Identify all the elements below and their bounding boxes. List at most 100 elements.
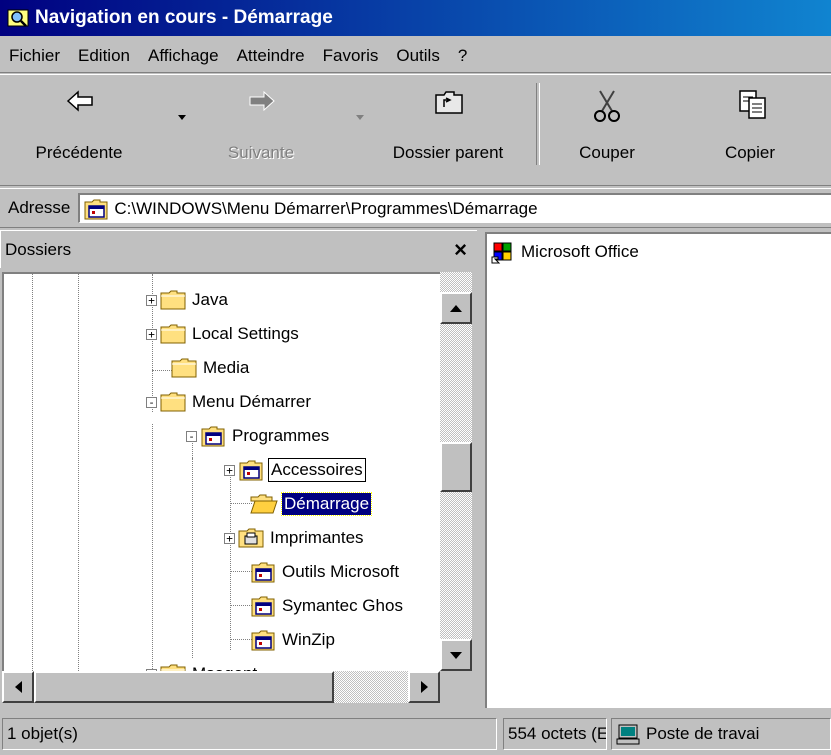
down-arrow-icon (450, 651, 462, 659)
cut-label: Couper (579, 143, 635, 162)
tree-item-demarrage[interactable]: Démarrage (250, 487, 373, 521)
program-group-icon (239, 460, 263, 481)
back-button[interactable]: Précédente (4, 79, 154, 169)
status-object-count: 1 objet(s) (2, 718, 497, 750)
scroll-down-button[interactable] (440, 639, 472, 671)
folder-icon (171, 358, 197, 378)
tree-item-java[interactable]: + Java (146, 283, 230, 317)
close-icon[interactable]: × (454, 238, 467, 261)
address-label: Adresse (8, 198, 71, 217)
expand-plus-icon[interactable]: + (224, 464, 235, 476)
scroll-right-button[interactable] (408, 671, 440, 703)
office-shortcut-icon (491, 242, 512, 264)
menu-favoris[interactable]: Favoris (314, 42, 388, 70)
folders-pane-header: Dossiers × (0, 230, 477, 268)
tree-item-label: Outils Microsoft (282, 562, 400, 581)
tree-guide-line (152, 424, 153, 671)
address-value: C:\WINDOWS\Menu Démarrer\Programmes\Déma… (114, 198, 538, 218)
status-bar: 1 objet(s) 554 octets (E: Poste de trava… (0, 712, 831, 755)
parent-folder-icon (435, 91, 463, 114)
parent-folder-label: Dossier parent (392, 143, 504, 162)
folder-icon (160, 324, 186, 344)
tree-item-symantec-ghost[interactable]: Symantec Ghos (250, 589, 405, 623)
parent-folder-button[interactable]: Dossier parent (372, 79, 524, 169)
tree-guide-line (230, 605, 252, 606)
tree-item-label: Accessoires (268, 458, 366, 482)
program-group-icon (84, 199, 108, 219)
menu-outils[interactable]: Outils (387, 42, 448, 70)
collapse-minus-icon[interactable]: - (186, 430, 197, 442)
file-item-microsoft-office[interactable]: Microsoft Office (491, 240, 639, 264)
tree-item-media[interactable]: Media (171, 351, 251, 385)
pane-splitter[interactable] (477, 230, 485, 708)
tree-item-label: Msagent (190, 663, 259, 671)
file-list-pane[interactable]: Microsoft Office (485, 232, 831, 708)
back-dropdown-icon[interactable] (178, 115, 186, 120)
menu-edition[interactable]: Edition (69, 42, 139, 70)
expand-plus-icon[interactable]: + (146, 328, 157, 340)
tree-item-outils-microsoft[interactable]: Outils Microsoft (250, 555, 401, 589)
program-group-icon (251, 562, 275, 583)
right-arrow-icon (420, 681, 428, 693)
tree-item-label: Démarrage (280, 492, 373, 516)
menu-help[interactable]: ? (449, 42, 476, 70)
menu-affichage[interactable]: Affichage (139, 42, 228, 70)
folders-pane-title: Dossiers (5, 239, 72, 259)
program-group-icon (251, 630, 275, 651)
folders-pane: Dossiers × + Java + Local Settings Media… (0, 230, 477, 708)
tree-guide-line (32, 274, 33, 671)
tree-item-accessoires[interactable]: + Accessoires (224, 453, 366, 487)
address-bar: Adresse C:\WINDOWS\Menu Démarrer\Program… (0, 188, 831, 228)
menu-fichier[interactable]: Fichier (0, 42, 69, 70)
open-folder-icon (250, 494, 278, 514)
vertical-scrollbar[interactable] (440, 272, 472, 671)
up-arrow-icon (450, 304, 462, 312)
file-item-label: Microsoft Office (521, 242, 639, 261)
menu-favoris-label: Favoris (322, 46, 379, 65)
tree-guide-line (230, 503, 252, 504)
toolbar: Précédente Suivante Dossier parent Coupe… (0, 74, 831, 186)
forward-button[interactable]: Suivante (196, 79, 326, 169)
tree-guide-line (78, 274, 79, 671)
menu-outils-label: Outils (396, 46, 440, 65)
menu-help-label: ? (457, 46, 468, 65)
scroll-up-button[interactable] (440, 292, 472, 324)
copy-icon (739, 90, 766, 119)
tree-item-msagent[interactable]: + Msagent (146, 657, 259, 671)
scissors-icon (594, 90, 620, 122)
forward-dropdown-icon[interactable] (356, 115, 364, 120)
menu-affichage-label: Affichage (148, 46, 219, 65)
menu-bar: Fichier Edition Affichage Atteindre Favo… (0, 40, 831, 73)
tree-item-menu-demarrer[interactable]: - Menu Démarrer (146, 385, 313, 419)
scroll-left-button[interactable] (2, 671, 34, 703)
tree-item-label: Java (192, 290, 228, 309)
vertical-scroll-thumb[interactable] (440, 442, 472, 492)
collapse-minus-icon[interactable]: - (146, 396, 157, 408)
tree-item-local-settings[interactable]: + Local Settings (146, 317, 301, 351)
tree-item-programmes[interactable]: - Programmes (186, 419, 331, 453)
cut-button[interactable]: Couper (552, 79, 662, 169)
left-arrow-icon (14, 681, 22, 693)
horizontal-scroll-thumb[interactable] (34, 671, 334, 703)
tree-item-winzip[interactable]: WinZip (250, 623, 337, 657)
folder-icon (160, 664, 186, 671)
tree-item-imprimantes[interactable]: + Imprimantes (224, 521, 366, 555)
tree-item-label: Programmes (232, 426, 330, 445)
tree-guide-line (230, 571, 252, 572)
menu-atteindre[interactable]: Atteindre (228, 42, 314, 70)
tree-item-label: Media (203, 358, 250, 377)
printers-folder-icon (238, 528, 264, 548)
folder-icon (160, 290, 186, 310)
expand-plus-icon[interactable]: + (146, 294, 157, 306)
menu-fichier-label: Fichier (9, 46, 61, 65)
status-zone: Poste de travai (611, 718, 831, 750)
folder-tree[interactable]: + Java + Local Settings Media - Menu Dém… (2, 272, 440, 671)
copy-button[interactable]: Copier (690, 79, 810, 169)
expand-plus-icon[interactable]: + (224, 532, 235, 544)
tree-guide-line (230, 470, 231, 650)
address-input[interactable]: C:\WINDOWS\Menu Démarrer\Programmes\Déma… (78, 193, 831, 223)
title-bar[interactable]: Navigation en cours - Démarrage (0, 0, 831, 36)
horizontal-scrollbar[interactable] (2, 671, 440, 703)
tree-guide-line (230, 639, 252, 640)
status-size: 554 octets (E: (503, 718, 607, 750)
